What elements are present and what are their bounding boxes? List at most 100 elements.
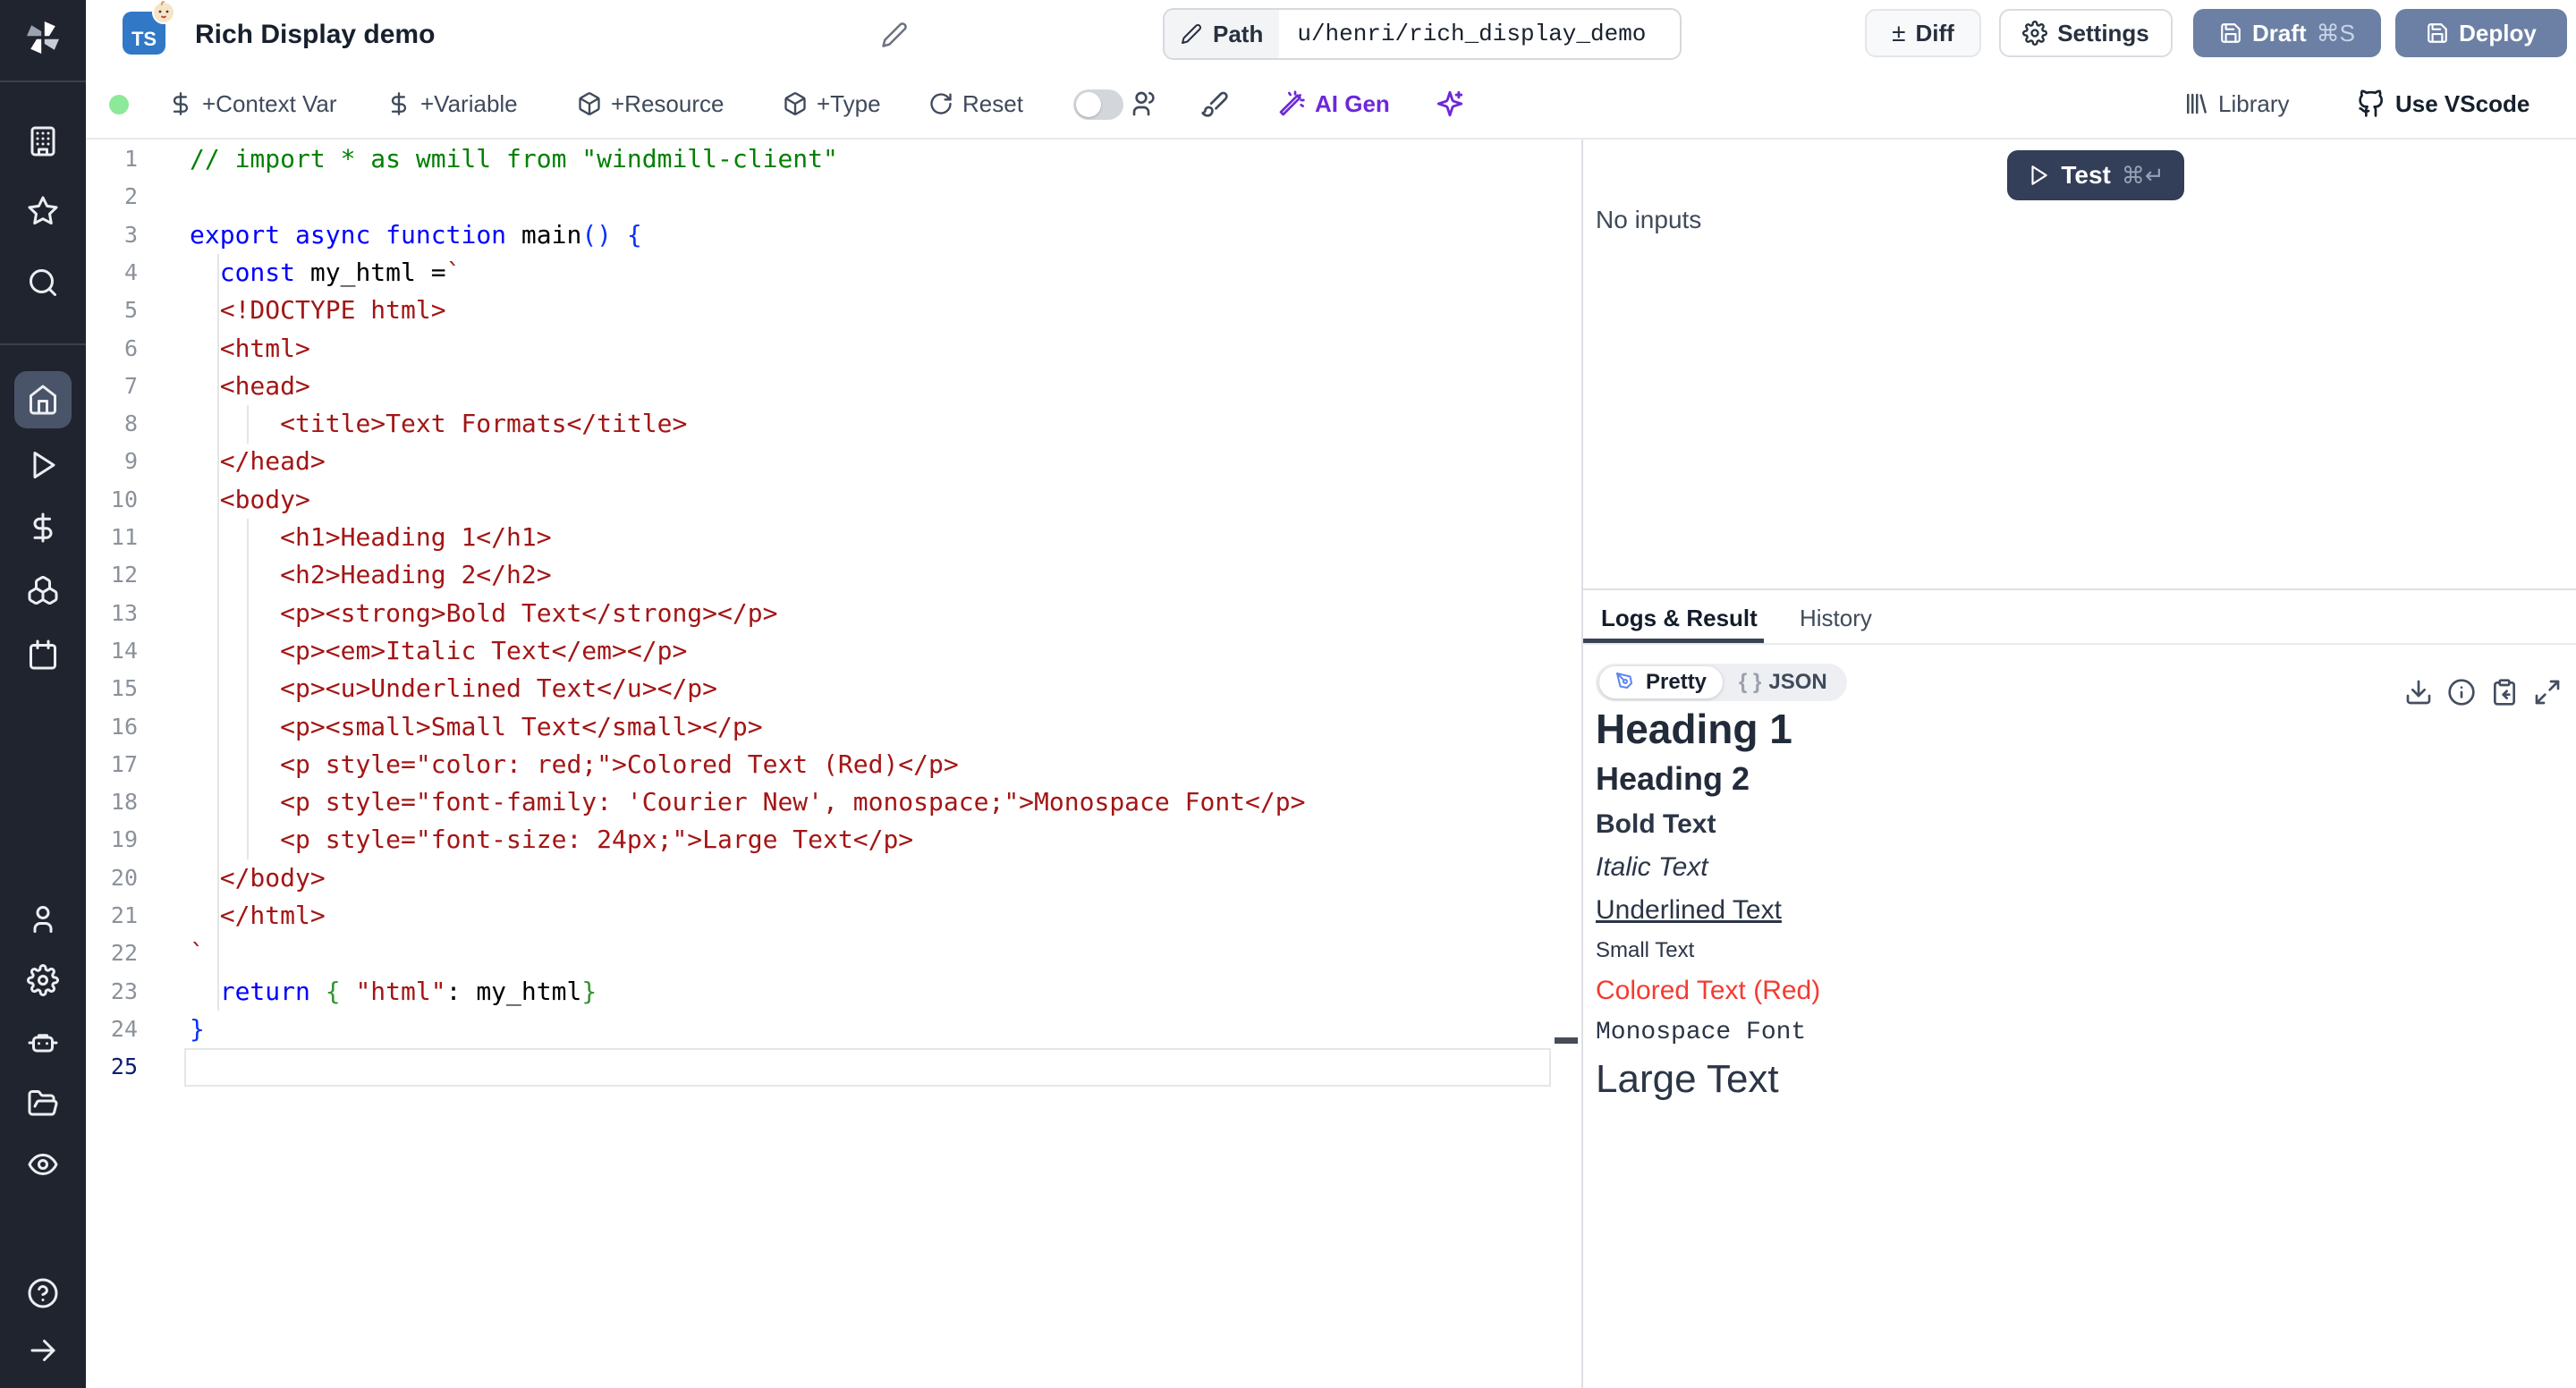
package-icon	[783, 91, 808, 116]
path-value[interactable]: u/henri/rich_display_demo	[1279, 10, 1646, 58]
panel-splitter[interactable]	[1581, 140, 1583, 1388]
users-icon[interactable]	[1131, 70, 1159, 138]
test-button[interactable]: Test ⌘↵	[2007, 150, 2184, 200]
expand-icon[interactable]	[2533, 678, 2562, 707]
json-label: JSON	[1768, 670, 1826, 695]
edit-title-pencil-icon[interactable]	[881, 21, 908, 48]
gear-icon	[2022, 21, 2047, 46]
ai-gen-button[interactable]: AI Gen	[1277, 70, 1390, 138]
use-vscode-button[interactable]: Use VScode	[2358, 70, 2529, 138]
line-number: 15	[86, 670, 138, 707]
code-line[interactable]: export async function main() {	[190, 216, 642, 254]
code-line[interactable]: const my_html =`	[190, 254, 461, 292]
library-icon	[2182, 90, 2209, 117]
code-line[interactable]: </body>	[190, 859, 326, 897]
windmill-logo-icon[interactable]	[21, 16, 64, 59]
reset-label: Reset	[962, 90, 1023, 118]
use-vscode-label: Use VScode	[2395, 90, 2529, 118]
test-label: Test	[2061, 161, 2111, 190]
code-line[interactable]: // import * as wmill from "windmill-clie…	[190, 140, 838, 178]
line-number: 10	[86, 481, 138, 519]
code-line[interactable]: `	[190, 935, 205, 972]
format-brush-icon[interactable]	[1200, 70, 1229, 138]
code-line[interactable]: <h1>Heading 1</h1>	[190, 519, 552, 556]
line-number: 3	[86, 216, 138, 254]
tab-history[interactable]: History	[1800, 605, 1872, 632]
line-number: 22	[86, 935, 138, 972]
status-dot	[109, 95, 129, 114]
sparkles-icon[interactable]	[1435, 70, 1465, 138]
code-line[interactable]: <p style="font-family: 'Courier New', mo…	[190, 783, 1305, 821]
pretty-view-button[interactable]: Pretty	[1599, 666, 1723, 698]
code-line[interactable]: <title>Text Formats</title>	[190, 405, 687, 443]
code-line[interactable]: <html>	[190, 330, 310, 368]
code-line[interactable]: </html>	[190, 897, 326, 935]
code-line[interactable]: <head>	[190, 368, 310, 405]
result-red: Colored Text (Red)	[1596, 973, 2535, 1009]
add-type-button[interactable]: +Type	[783, 70, 881, 138]
tab-logs-result[interactable]: Logs & Result	[1601, 605, 1758, 632]
line-number: 16	[86, 708, 138, 746]
library-button[interactable]: Library	[2182, 70, 2289, 138]
no-inputs-text: No inputs	[1596, 206, 1701, 234]
magic-wand-icon	[1277, 89, 1306, 118]
braces-icon: { }	[1739, 670, 1761, 695]
reset-button[interactable]: Reset	[928, 70, 1023, 138]
line-number: 19	[86, 821, 138, 859]
code-line[interactable]: <body>	[190, 481, 310, 519]
save-icon	[2219, 21, 2242, 45]
line-number: 18	[86, 783, 138, 821]
deploy-button[interactable]: Deploy	[2395, 9, 2567, 57]
download-result-icon[interactable]	[2404, 678, 2433, 707]
line-number: 6	[86, 330, 138, 368]
line-number: 23	[86, 973, 138, 1011]
diff-button[interactable]: ± Diff	[1865, 9, 1981, 57]
code-line[interactable]: return { "html": my_html}	[190, 973, 597, 1011]
line-number: 1	[86, 140, 138, 178]
code-line[interactable]: <!DOCTYPE html>	[190, 292, 446, 329]
line-number: 5	[86, 292, 138, 329]
json-view-button[interactable]: { } JSON	[1723, 670, 1843, 695]
pen-tool-icon	[1615, 672, 1637, 693]
rendered-result: Heading 1Heading 2Bold TextItalic TextUn…	[1596, 705, 2535, 1104]
copy-result-icon[interactable]	[2490, 678, 2519, 707]
github-icon	[2358, 89, 2386, 118]
path-field[interactable]: Path u/henri/rich_display_demo	[1163, 8, 1682, 60]
code-line[interactable]: }	[190, 1011, 205, 1048]
add-variable-button[interactable]: +Variable	[386, 70, 518, 138]
draft-shortcut: ⌘S	[2317, 20, 2355, 47]
result-bold: Bold Text	[1596, 807, 2535, 842]
info-icon[interactable]	[2447, 678, 2476, 707]
line-number: 4	[86, 254, 138, 292]
path-label: Path	[1165, 10, 1279, 58]
code-line[interactable]: <p style="font-size: 24px;">Large Text</…	[190, 821, 913, 859]
code-line[interactable]: </head>	[190, 443, 326, 480]
code-editor[interactable]: 1234567891011121314151617181920212223242…	[0, 140, 1581, 1388]
path-label-text: Path	[1213, 21, 1263, 48]
code-line[interactable]: <p><em>Italic Text</em></p>	[190, 632, 687, 670]
assistant-toggle[interactable]	[1073, 89, 1123, 120]
sidebar-divider	[0, 80, 86, 82]
windmill-script-editor: { "topbar": { "title": "Rich Display dem…	[0, 0, 2576, 1388]
settings-label: Settings	[2057, 20, 2149, 47]
line-number: 21	[86, 897, 138, 935]
code-line[interactable]: <p><strong>Bold Text</strong></p>	[190, 595, 777, 632]
refresh-icon	[928, 91, 953, 116]
draft-button[interactable]: Draft ⌘S	[2193, 9, 2381, 57]
add-context-var-button[interactable]: +Context Var	[168, 70, 337, 138]
test-shortcut: ⌘↵	[2122, 162, 2165, 190]
code-line[interactable]: <p><small>Small Text</small></p>	[190, 708, 763, 746]
code-line[interactable]: <p style="color: red;">Colored Text (Red…	[190, 746, 959, 783]
settings-button[interactable]: Settings	[1999, 9, 2173, 57]
result-mono: Monospace Font	[1596, 1016, 2535, 1050]
result-large: Large Text	[1596, 1055, 2535, 1104]
pencil-icon	[1181, 23, 1202, 45]
library-label: Library	[2218, 90, 2289, 118]
save-icon	[2426, 21, 2449, 45]
code-line[interactable]: <h2>Heading 2</h2>	[190, 556, 552, 594]
code-line[interactable]: <p><u>Underlined Text</u></p>	[190, 670, 717, 707]
add-resource-button[interactable]: +Resource	[577, 70, 724, 138]
line-number: 24	[86, 1011, 138, 1048]
result-view-switch: Pretty { } JSON	[1596, 664, 1847, 701]
tab-bar-border	[1583, 643, 2576, 645]
